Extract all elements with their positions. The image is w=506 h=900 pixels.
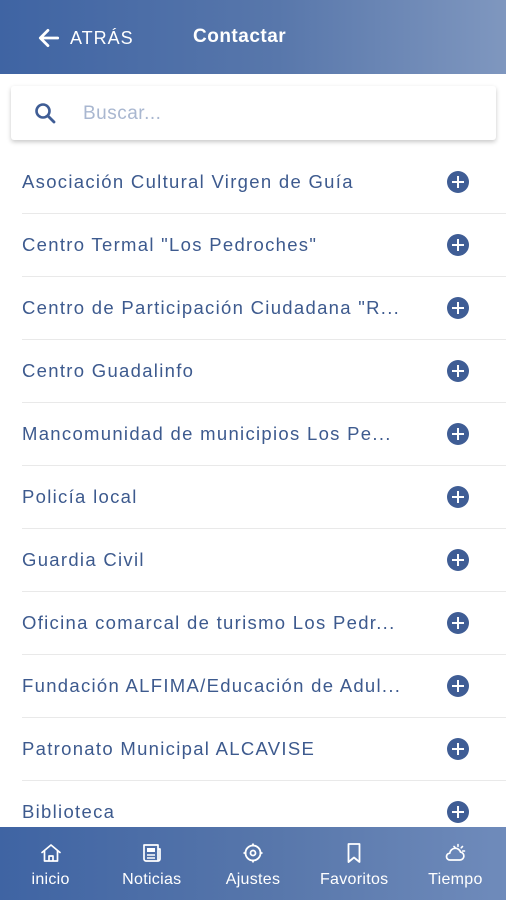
arrow-left-icon [38,29,60,47]
add-circle-icon[interactable] [447,801,469,823]
add-circle-icon[interactable] [447,549,469,571]
nav-label: Favoritos [319,871,389,888]
list-item[interactable]: Guardia Civil [22,529,506,592]
nav-label: Ajustes [225,871,281,888]
list-item[interactable]: Patronato Municipal ALCAVISE [22,718,506,781]
list-item-label: Centro de Participación Ciudadana "R... [22,297,401,318]
nav-label: Tiempo [428,871,483,888]
newspaper-icon [142,844,161,862]
search-input[interactable] [81,96,485,132]
list-item-label: Oficina comarcal de turismo Los Pedr... [22,612,396,633]
add-circle-icon[interactable] [447,423,469,445]
add-circle-icon[interactable] [447,675,469,697]
list-item[interactable]: Fundación ALFIMA/Educación de Adul... [22,655,506,718]
add-circle-icon[interactable] [447,171,469,193]
nav-label: inicio [31,871,70,888]
nav-item-favoritos[interactable]: Favoritos [304,827,405,900]
add-circle-icon[interactable] [447,360,469,382]
list-item-label: Fundación ALFIMA/Educación de Adul... [22,675,402,696]
list-item-label: Patronato Municipal ALCAVISE [22,738,316,759]
back-label: ATRÁS [70,27,134,48]
list-item[interactable]: Centro de Participación Ciudadana "R... [22,277,506,340]
back-button[interactable]: ATRÁS [36,22,134,54]
list-item[interactable]: Oficina comarcal de turismo Los Pedr... [22,592,506,655]
add-circle-icon[interactable] [447,612,469,634]
nav-item-ajustes[interactable]: Ajustes [202,827,303,900]
add-circle-icon[interactable] [447,486,469,508]
list-item-label: Asociación Cultural Virgen de Guía [22,171,354,192]
bottom-nav: inicio Noticias Ajustes Favoritos Tiempo [0,827,506,900]
list-item[interactable]: Policía local [22,466,506,529]
add-circle-icon[interactable] [447,738,469,760]
nav-item-noticias[interactable]: Noticias [101,827,202,900]
nav-item-tiempo[interactable]: Tiempo [405,827,506,900]
add-circle-icon[interactable] [447,234,469,256]
list-item[interactable]: Centro Termal "Los Pedroches" [22,214,506,277]
list-item-label: Policía local [22,486,138,507]
settings-icon [243,843,263,863]
weather-icon [446,843,466,861]
app-header: ATRÁS Contactar [0,0,506,74]
list-item-label: Mancomunidad de municipios Los Pe... [22,423,392,444]
list-item-label: Centro Termal "Los Pedroches" [22,234,318,255]
add-circle-icon[interactable] [447,297,469,319]
list-item-label: Biblioteca [22,801,116,822]
contact-list: Asociación Cultural Virgen de Guía Centr… [22,151,506,844]
list-item[interactable]: Centro Guadalinfo [22,340,506,403]
list-item-label: Centro Guadalinfo [22,360,195,381]
list-item[interactable]: Asociación Cultural Virgen de Guía [22,151,506,214]
home-icon [40,844,61,862]
search-bar [11,86,496,140]
list-item-label: Guardia Civil [22,549,145,570]
bookmark-icon [347,843,361,863]
nav-item-inicio[interactable]: inicio [0,827,101,900]
search-icon[interactable] [33,101,57,125]
list-item[interactable]: Mancomunidad de municipios Los Pe... [22,403,506,466]
nav-label: Noticias [122,871,182,888]
page-title: Contactar [193,26,287,47]
